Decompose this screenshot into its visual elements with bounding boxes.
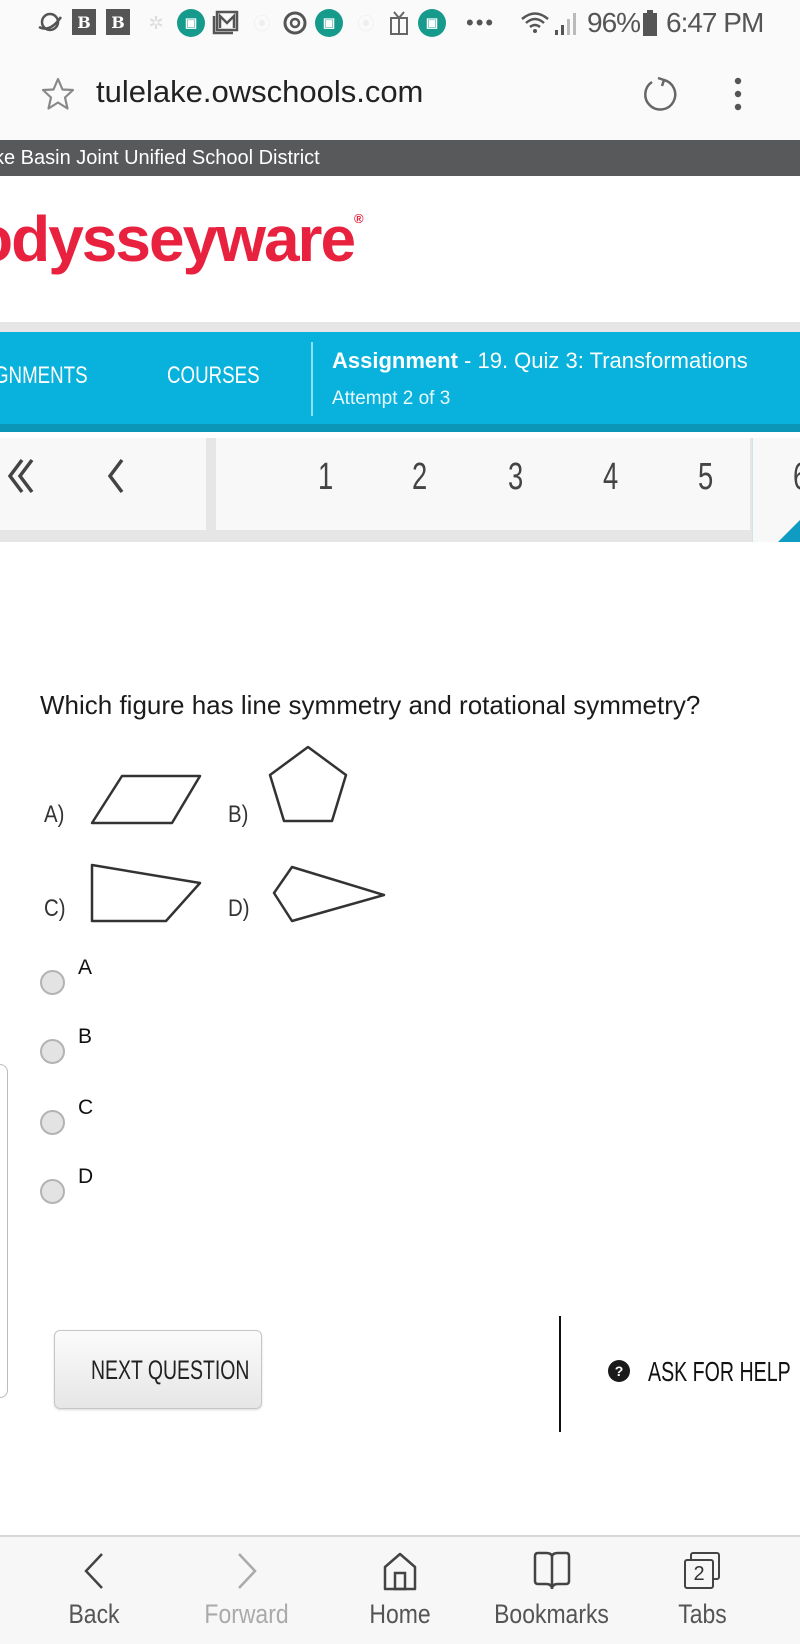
registered-mark: ® [354,211,364,226]
browser-address-bar: tulelake.owschools.com [0,48,800,140]
battery-percent: 96% [587,7,641,38]
pager-controls [0,438,206,530]
forward-icon [172,1551,322,1591]
page-numbers: 1 2 3 4 5 [216,438,750,530]
district-banner: ke Basin Joint Unified School District [0,140,800,176]
android-icon: ▣ [315,9,343,37]
forward-label: Forward [204,1599,290,1629]
page-1[interactable]: 1 [318,456,333,499]
tabs-button[interactable]: 2 Tabs [628,1537,778,1644]
help-icon: ? [608,1360,630,1382]
android-icon: ▣ [418,9,446,37]
pentagon-figure [268,745,348,823]
tab-count: 2 [684,1559,714,1589]
trapezoid-figure [90,863,202,923]
option-label: D [78,1165,94,1188]
answer-option-c[interactable]: C [40,1096,340,1136]
logo-wordmark: dysseyware [11,203,356,275]
status-bar: B B ✲ ▣ ⦿ ▣ ⦿ ▣ ••• 96% 6:47 PM [0,0,800,48]
ask-for-help-button[interactable]: ? ASK FOR HELP [608,1356,798,1390]
tabs-icon: 2 [628,1551,778,1591]
page-4[interactable]: 4 [603,456,618,499]
nav-divider [311,342,313,416]
radio-c[interactable] [40,1110,65,1135]
reload-icon[interactable] [640,74,680,119]
header-separator [0,322,800,332]
gift-icon [386,9,412,37]
star-icon[interactable] [40,76,76,117]
radio-d[interactable] [40,1179,65,1204]
bookmarks-label: Bookmarks [494,1599,610,1629]
current-page-cell[interactable]: 6 [752,438,800,542]
clock: 6:47 PM [666,7,764,38]
power-icon [282,9,308,37]
nav-tab-courses[interactable]: COURSES [167,362,260,390]
figure-label-d: D) [228,895,250,922]
parallelogram-figure [90,774,202,825]
app-icon: ⦿ [253,14,271,34]
current-page-marker [778,520,800,542]
battery-icon [641,9,659,37]
answer-option-d[interactable]: D [40,1165,340,1205]
question-text: Which figure has line symmetry and rotat… [40,690,701,720]
b-icon: B [72,9,96,35]
assignment-label: Assignment [332,348,458,373]
bookmarks-button[interactable]: Bookmarks [477,1537,627,1644]
figure-label-b: B) [228,801,249,828]
next-question-button[interactable]: NEXT QUESTION [54,1330,262,1409]
side-panel-edge [0,1064,8,1398]
app-icon: ✲ [148,12,164,33]
figure-label-a: A) [44,801,65,828]
ask-for-help-label: ASK FOR HELP [648,1356,791,1387]
back-icon [19,1551,169,1591]
option-label: C [78,1096,94,1119]
answer-option-a[interactable]: A [40,956,340,996]
figure-label-c: C) [44,895,66,922]
assignment-title: Assignment - 19. Quiz 3: Transformations [332,348,748,374]
bookmarks-icon [477,1551,627,1591]
first-page-icon[interactable] [6,454,40,508]
url-field[interactable]: tulelake.owschools.com [96,74,423,110]
page-5[interactable]: 5 [698,456,713,499]
home-button[interactable]: Home [325,1537,475,1644]
android-icon: ▣ [177,9,205,37]
tabs-label: Tabs [678,1599,728,1629]
forward-button[interactable]: Forward [172,1537,322,1644]
app-icon: ⦿ [357,14,375,34]
question-figures: A) B) C) D) [40,745,400,935]
more-notifications-icon: ••• [466,10,496,35]
page-3[interactable]: 3 [508,456,523,499]
odysseyware-logo[interactable]: odysseyware® [0,202,364,276]
browser-icon [36,9,64,37]
wifi-icon [520,9,550,37]
action-divider [559,1316,561,1432]
next-question-label: NEXT QUESTION [91,1355,250,1385]
prev-page-icon[interactable] [104,454,128,508]
back-button[interactable]: Back [19,1537,169,1644]
back-label: Back [68,1599,120,1629]
b-icon: B [106,9,130,35]
home-icon [325,1551,475,1591]
radio-b[interactable] [40,1039,65,1064]
assignment-name: - 19. Quiz 3: Transformations [457,348,748,373]
gallery-icon [212,9,240,37]
district-name: ke Basin Joint Unified School District [0,147,320,169]
attempt-counter: Attempt 2 of 3 [332,388,451,409]
option-label: A [78,956,93,979]
home-label: Home [369,1599,431,1629]
answer-option-b[interactable]: B [40,1025,340,1065]
site-header: odysseyware® [0,176,800,322]
page-6[interactable]: 6 [793,456,800,499]
question-pager: 1 2 3 4 5 6 [0,438,800,542]
kite-figure [272,865,386,923]
browser-bottom-bar: Back Forward Home Bookmarks 2 Tabs [0,1535,800,1644]
logo-leading-letter: o [0,203,13,275]
nav-tab-assignments[interactable]: GNMENTS [0,362,88,390]
more-vertical-icon[interactable] [730,76,746,117]
main-nav: GNMENTS COURSES Assignment - 19. Quiz 3:… [0,332,800,432]
signal-icon [553,9,579,37]
radio-a[interactable] [40,970,65,995]
page-2[interactable]: 2 [412,456,427,499]
option-label: B [78,1025,93,1048]
